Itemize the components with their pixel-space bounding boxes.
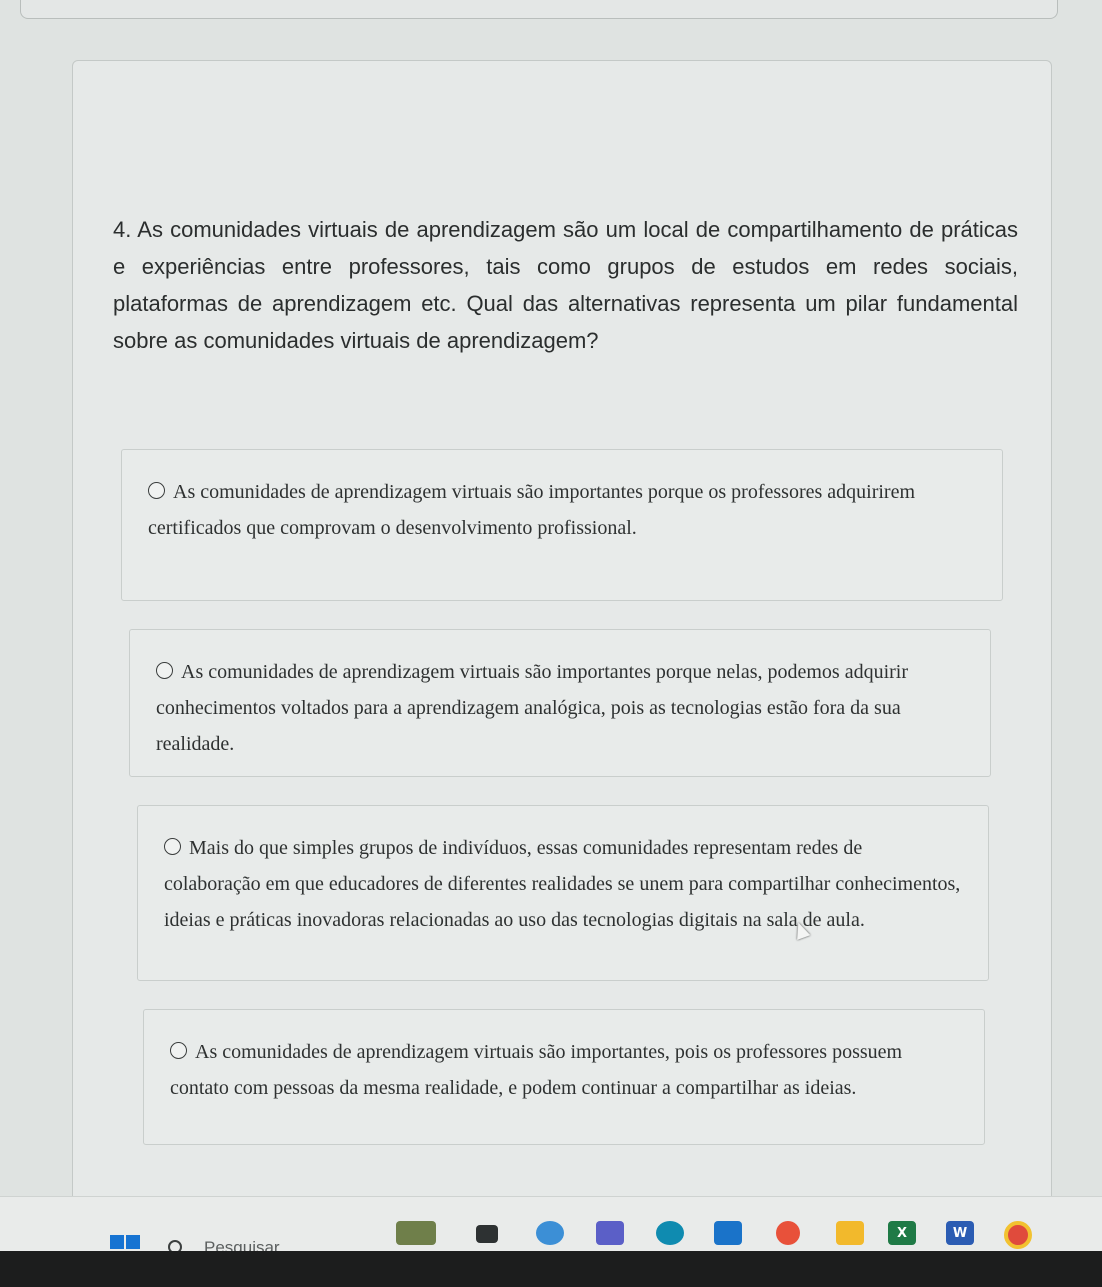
answer-option-3[interactable]: Mais do que simples grupos de indivíduos… [137,805,989,981]
chrome-icon[interactable] [1004,1221,1032,1249]
widgets-icon[interactable] [396,1221,436,1245]
answer-option-label: As comunidades de aprendizagem virtuais … [156,661,909,755]
question-text: 4. As comunidades virtuais de aprendizag… [113,217,1018,353]
excel-letter: X [896,1225,908,1241]
teams-icon[interactable] [596,1221,624,1245]
firefox-icon[interactable] [776,1221,800,1245]
edge-icon[interactable] [656,1221,684,1245]
previous-question-card-edge [20,0,1058,19]
word-icon[interactable]: W [946,1221,974,1245]
radio-button-icon[interactable] [164,838,181,855]
question-card: 4. As comunidades virtuais de aprendizag… [72,60,1052,1220]
copilot-icon[interactable] [536,1221,564,1245]
radio-button-icon[interactable] [170,1042,187,1059]
file-explorer-icon[interactable] [836,1221,864,1245]
word-letter: W [952,1225,968,1241]
answer-option-4[interactable]: As comunidades de aprendizagem virtuais … [143,1009,985,1145]
answer-option-1[interactable]: As comunidades de aprendizagem virtuais … [121,449,1003,601]
answer-option-label: As comunidades de aprendizagem virtuais … [148,481,916,539]
answer-option-2[interactable]: As comunidades de aprendizagem virtuais … [129,629,991,777]
answer-options: As comunidades de aprendizagem virtuais … [121,449,1009,1173]
monitor-bezel [0,1251,1102,1287]
excel-icon[interactable]: X [888,1221,916,1245]
answer-option-label: Mais do que simples grupos de indivíduos… [164,837,961,931]
radio-button-icon[interactable] [148,482,165,499]
radio-button-icon[interactable] [156,662,173,679]
task-view-icon[interactable] [476,1225,498,1243]
answer-option-label: As comunidades de aprendizagem virtuais … [170,1041,903,1099]
store-icon[interactable] [714,1221,742,1245]
taskbar: Pesquisar X W [0,1196,1102,1265]
